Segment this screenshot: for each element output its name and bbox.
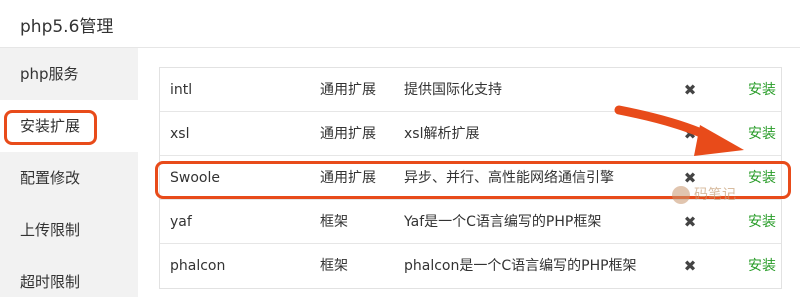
sidebar-item-timeout-limit[interactable]: 超时限制 <box>0 256 138 297</box>
extension-type: 通用扩展 <box>320 82 376 98</box>
page-title: php5.6管理 <box>20 17 114 37</box>
sidebar: php服务 安装扩展 配置修改 上传限制 超时限制 <box>0 48 138 297</box>
extension-desc: Yaf是一个C语言编写的PHP框架 <box>404 214 602 230</box>
install-button[interactable]: 安装 <box>748 200 776 244</box>
sidebar-item-upload-limit[interactable]: 上传限制 <box>0 204 138 256</box>
not-installed-icon: ✖ <box>683 257 697 275</box>
watermark: 码笔记 <box>672 184 736 204</box>
extension-desc: phalcon是一个C语言编写的PHP框架 <box>404 258 637 274</box>
install-button[interactable]: 安装 <box>748 112 776 156</box>
not-installed-icon: ✖ <box>683 213 697 231</box>
extension-type: 通用扩展 <box>320 126 376 142</box>
watermark-logo-icon <box>672 186 690 204</box>
extension-name: phalcon <box>170 258 226 274</box>
install-button[interactable]: 安装 <box>748 244 776 288</box>
sidebar-item-config-edit[interactable]: 配置修改 <box>0 152 138 204</box>
extension-name: yaf <box>170 214 192 230</box>
extension-desc: xsl解析扩展 <box>404 126 480 142</box>
extension-name: intl <box>170 82 193 98</box>
table-row: yaf 框架 Yaf是一个C语言编写的PHP框架 ✖ 安装 <box>160 200 781 244</box>
not-installed-icon: ✖ <box>683 81 697 99</box>
extension-type: 框架 <box>320 258 348 274</box>
install-button[interactable]: 安装 <box>748 68 776 112</box>
sidebar-item-php-service[interactable]: php服务 <box>0 48 138 100</box>
not-installed-icon: ✖ <box>683 125 697 143</box>
table-row: xsl 通用扩展 xsl解析扩展 ✖ 安装 <box>160 112 781 156</box>
extension-type: 框架 <box>320 214 348 230</box>
table-row: intl 通用扩展 提供国际化支持 ✖ 安装 <box>160 68 781 112</box>
extension-name: xsl <box>170 126 190 142</box>
table-row: phalcon 框架 phalcon是一个C语言编写的PHP框架 ✖ 安装 <box>160 244 781 288</box>
extension-desc: 提供国际化支持 <box>404 82 502 98</box>
highlight-box-sidebar <box>4 110 97 145</box>
title-bar: php5.6管理 <box>0 0 800 48</box>
watermark-text: 码笔记 <box>694 187 736 203</box>
